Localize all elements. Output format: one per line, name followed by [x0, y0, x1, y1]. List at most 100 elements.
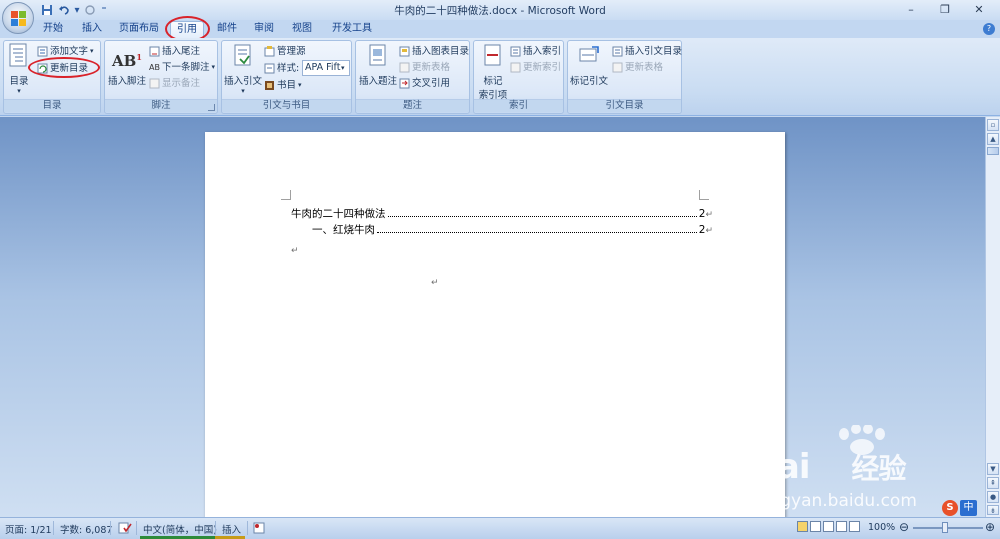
scroll-thumb[interactable]: [987, 147, 999, 155]
ime-indicator[interactable]: S 中: [942, 500, 977, 516]
draft-view-icon[interactable]: [849, 521, 860, 532]
insert-endnote-button[interactable]: 插入尾注: [149, 44, 200, 59]
paragraph-mark-icon: ↵: [705, 226, 713, 236]
zoom-in-icon[interactable]: ⊕: [985, 520, 995, 534]
table-of-figures-icon: [399, 46, 410, 57]
style-icon: [264, 63, 275, 74]
tab-developer[interactable]: 开发工具: [328, 21, 376, 38]
manage-sources-button[interactable]: 管理源: [264, 44, 306, 59]
next-page-button[interactable]: ⇟: [987, 505, 999, 515]
document-area[interactable]: 牛肉的二十四种做法 2 ↵ 一、红烧牛肉 2 ↵ ↵ ↵: [0, 117, 985, 517]
citation-style-dropdown-icon: ▾: [341, 64, 345, 72]
tab-insert[interactable]: 插入: [78, 21, 106, 38]
ruler-toggle-icon[interactable]: ▫: [987, 119, 999, 131]
restore-button[interactable]: ❐: [928, 1, 962, 18]
tab-view[interactable]: 视图: [288, 21, 316, 38]
footnote-ab-icon: AB1: [112, 52, 142, 70]
toc-button-label: 目录: [9, 76, 29, 87]
toc-leader-dots: [387, 216, 697, 217]
group-label-citations: 引文与书目: [222, 99, 351, 112]
print-layout-view-icon[interactable]: [797, 521, 808, 532]
word-count[interactable]: 字数: 6,087: [60, 522, 112, 536]
toc-entry[interactable]: 牛肉的二十四种做法 2 ↵: [291, 206, 713, 221]
outline-view-icon[interactable]: [836, 521, 847, 532]
page-indicator[interactable]: 页面: 1/21: [5, 522, 52, 536]
citation-style-select[interactable]: APA Fifth▾: [302, 60, 350, 76]
manage-sources-icon: [264, 46, 275, 57]
close-button[interactable]: ✕: [962, 1, 996, 18]
insert-toa-button[interactable]: 插入引文目录: [612, 44, 682, 59]
next-footnote-icon: AB: [149, 63, 160, 72]
group-label-index: 索引: [474, 99, 563, 112]
minimize-button[interactable]: –: [894, 1, 928, 18]
mark-entry-label-1: 标记: [483, 76, 503, 87]
paragraph-mark-icon: ↵: [291, 246, 299, 256]
style-label-row: 样式:: [264, 61, 299, 76]
macro-recording-icon[interactable]: [253, 522, 265, 537]
insert-footnote-button[interactable]: AB1 插入脚注: [107, 43, 147, 87]
status-separator: [247, 521, 248, 535]
select-browse-object-button[interactable]: ●: [987, 491, 999, 503]
update-table-captions-label: 更新表格: [412, 62, 451, 73]
update-index-button[interactable]: 更新索引: [510, 60, 561, 75]
tab-mailings[interactable]: 邮件: [213, 21, 241, 38]
insert-caption-button[interactable]: 插入题注: [358, 43, 398, 87]
style-label: 样式:: [277, 63, 300, 74]
view-buttons: [797, 521, 860, 532]
citation-style-value: APA Fifth: [305, 62, 341, 73]
insert-mode-indicator[interactable]: 插入: [222, 522, 241, 536]
update-index-label: 更新索引: [523, 62, 562, 73]
zoom-slider[interactable]: [913, 527, 983, 529]
group-label-toa: 引文目录: [568, 99, 681, 112]
insert-endnote-label: 插入尾注: [162, 46, 201, 57]
vertical-scrollbar[interactable]: ▫ ▲ ▼ ⇞ ● ⇟: [985, 117, 1000, 517]
update-toa-button[interactable]: 更新表格: [612, 60, 663, 75]
bibliography-dropdown-icon: ▾: [298, 81, 302, 89]
status-separator: [53, 521, 54, 535]
group-label-toc: 目录: [4, 99, 100, 112]
ribbon-tabs: 开始 插入 页面布局 引用 邮件 审阅 视图 开发工具 ?: [0, 20, 1000, 39]
insert-citation-label: 插入引文: [224, 76, 263, 87]
show-notes-button[interactable]: 显示备注: [149, 76, 200, 91]
insert-citation-button[interactable]: 插入引文 ▾: [224, 43, 262, 95]
insert-table-of-figures-label: 插入图表目录: [412, 46, 470, 57]
insert-caption-icon: [366, 43, 390, 71]
mark-citation-button[interactable]: 标记引文: [570, 43, 608, 87]
zoom-out-icon[interactable]: ⊖: [899, 520, 909, 534]
status-separator: [136, 521, 137, 535]
footnotes-dialog-launcher-icon[interactable]: [208, 104, 215, 111]
insert-table-of-figures-button[interactable]: 插入图表目录: [399, 44, 469, 59]
mark-entry-icon: [481, 43, 505, 71]
web-layout-view-icon[interactable]: [823, 521, 834, 532]
mark-entry-button[interactable]: 标记 索引项: [476, 43, 510, 101]
update-table-captions-button[interactable]: 更新表格: [399, 60, 450, 75]
bibliography-button[interactable]: 书目 ▾: [264, 78, 302, 93]
previous-page-button[interactable]: ⇞: [987, 477, 999, 489]
help-icon[interactable]: ?: [983, 23, 995, 35]
cross-reference-button[interactable]: 交叉引用: [399, 76, 450, 91]
toc-entry-text: 牛肉的二十四种做法: [291, 208, 386, 220]
full-screen-reading-view-icon[interactable]: [810, 521, 821, 532]
toc-entry-page: 2: [698, 224, 706, 236]
office-button[interactable]: [2, 2, 34, 34]
tab-page-layout[interactable]: 页面布局: [116, 21, 162, 38]
show-notes-icon: [149, 78, 160, 89]
insert-index-icon: [510, 46, 521, 57]
next-footnote-button[interactable]: AB 下一条脚注 ▾: [149, 60, 215, 75]
document-page[interactable]: 牛肉的二十四种做法 2 ↵ 一、红烧牛肉 2 ↵ ↵ ↵: [205, 132, 785, 517]
scroll-down-button[interactable]: ▼: [987, 463, 999, 475]
show-notes-label: 显示备注: [162, 78, 201, 89]
paragraph-mark-icon: ↵: [705, 210, 713, 220]
zoom-slider-knob[interactable]: [942, 522, 948, 533]
insert-footnote-label: 插入脚注: [107, 76, 146, 87]
scroll-up-button[interactable]: ▲: [987, 133, 999, 145]
insert-index-button[interactable]: 插入索引: [510, 44, 561, 59]
zoom-level[interactable]: 100%: [868, 522, 895, 533]
toc-entry-page: 2: [698, 208, 706, 220]
proofing-icon[interactable]: [118, 522, 132, 537]
language-indicator[interactable]: 中文(简体，中国): [143, 522, 217, 536]
toc-entry[interactable]: 一、红烧牛肉 2 ↵: [312, 222, 713, 237]
toc-entry-text: 一、红烧牛肉: [312, 224, 375, 236]
tab-review[interactable]: 审阅: [250, 21, 278, 38]
tab-home[interactable]: 开始: [38, 21, 68, 38]
